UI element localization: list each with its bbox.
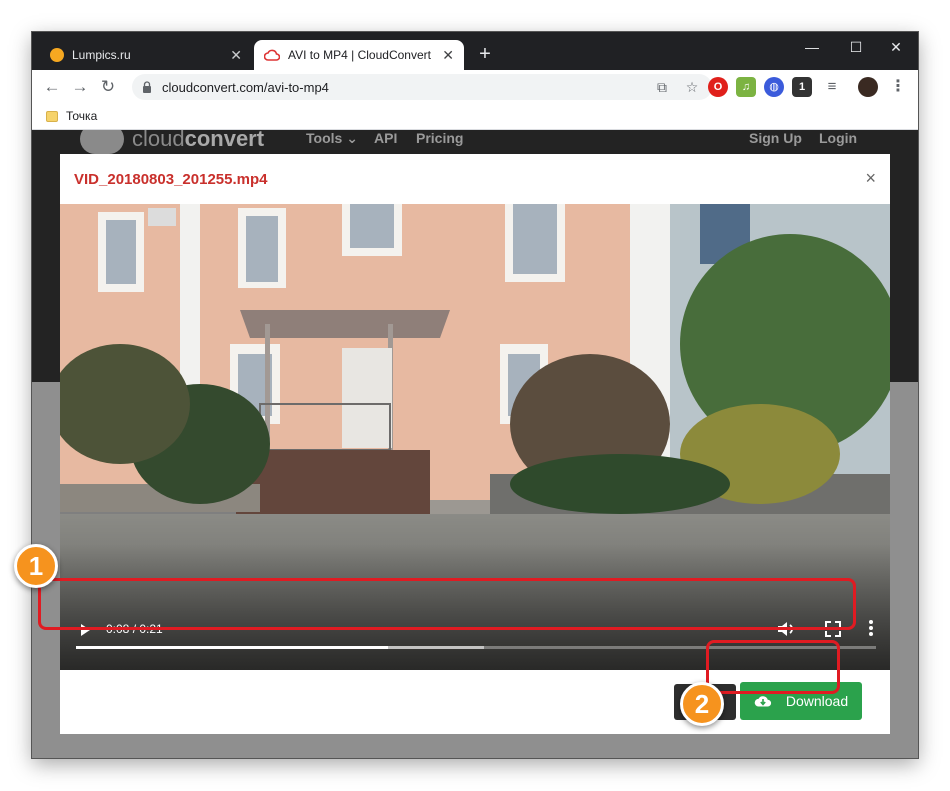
nav-pricing[interactable]: Pricing bbox=[416, 130, 463, 150]
cloudconvert-logo[interactable]: cloudconvert bbox=[80, 130, 264, 154]
tab-lumpics[interactable]: Lumpics.ru ✕ bbox=[40, 40, 252, 70]
playlist-icon[interactable]: ≡ bbox=[822, 77, 842, 97]
tab-cloudconvert[interactable]: AVI to MP4 | CloudConvert ✕ bbox=[254, 40, 464, 70]
minimize-button[interactable]: — bbox=[792, 36, 832, 58]
lock-icon bbox=[143, 81, 151, 93]
modal-title: VID_20180803_201255.mp4 bbox=[74, 171, 268, 188]
globe-icon[interactable]: ◍ bbox=[764, 77, 784, 97]
tab-title: Lumpics.ru bbox=[72, 48, 131, 62]
nav-api[interactable]: API bbox=[374, 130, 397, 150]
tab-close-icon[interactable]: ✕ bbox=[230, 47, 242, 64]
annotation-highlight-download bbox=[706, 640, 840, 694]
nav-tools[interactable]: Tools ⌄ bbox=[306, 130, 358, 150]
translate-icon[interactable]: ⧉ bbox=[652, 77, 672, 97]
window-close-button[interactable]: ✕ bbox=[876, 36, 916, 58]
cloudconvert-favicon-icon bbox=[264, 49, 280, 61]
reload-icon[interactable]: ↻ bbox=[96, 75, 120, 99]
bookmark-tochka[interactable]: Точка bbox=[46, 109, 97, 123]
new-tab-button[interactable]: + bbox=[474, 44, 496, 66]
logo-wordmark: cloudconvert bbox=[132, 130, 265, 151]
nav-sign-up[interactable]: Sign Up bbox=[749, 130, 802, 150]
cloud-download-icon bbox=[754, 696, 771, 707]
tab-strip: Lumpics.ru ✕ AVI to MP4 | CloudConvert ✕… bbox=[32, 32, 918, 70]
opera-icon[interactable]: O bbox=[708, 77, 728, 97]
url-text[interactable]: cloudconvert.com/avi-to-mp4 bbox=[162, 80, 652, 95]
lumpics-favicon-icon bbox=[50, 48, 64, 62]
bookmark-star-icon[interactable]: ☆ bbox=[682, 77, 702, 97]
cloud-logo-icon bbox=[80, 130, 124, 154]
maximize-button[interactable]: ☐ bbox=[836, 36, 876, 58]
playback-progress bbox=[76, 646, 388, 649]
tab-title: AVI to MP4 | CloudConvert bbox=[288, 48, 431, 62]
download-label: Download bbox=[785, 693, 849, 709]
bookmarks-bar: Точка bbox=[32, 104, 918, 130]
browser-toolbar: ← → ↻ cloudconvert.com/avi-to-mp4 ⧉ ☆ O … bbox=[32, 70, 918, 104]
browser-menu-icon[interactable]: ⋮ bbox=[888, 77, 908, 97]
annotation-highlight-controls bbox=[38, 578, 856, 630]
avatar[interactable] bbox=[858, 77, 878, 97]
more-options-icon[interactable] bbox=[866, 618, 876, 638]
back-arrow-icon[interactable]: ← bbox=[40, 75, 64, 99]
address-bar[interactable]: cloudconvert.com/avi-to-mp4 ⧉ ☆ bbox=[132, 74, 712, 100]
forward-arrow-icon[interactable]: → bbox=[68, 75, 92, 99]
annotation-marker-1: 1 bbox=[14, 544, 58, 588]
music-icon[interactable]: ♫ bbox=[736, 77, 756, 97]
modal-close-icon[interactable]: × bbox=[865, 168, 876, 189]
folder-icon bbox=[46, 110, 58, 122]
puzzle-icon[interactable]: 1 bbox=[792, 77, 812, 97]
tab-close-icon[interactable]: ✕ bbox=[442, 47, 454, 64]
bookmark-label: Точка bbox=[66, 109, 98, 123]
nav-login[interactable]: Login bbox=[819, 130, 857, 150]
annotation-marker-2: 2 bbox=[680, 682, 724, 726]
chevron-down-icon: ⌄ bbox=[346, 130, 358, 146]
